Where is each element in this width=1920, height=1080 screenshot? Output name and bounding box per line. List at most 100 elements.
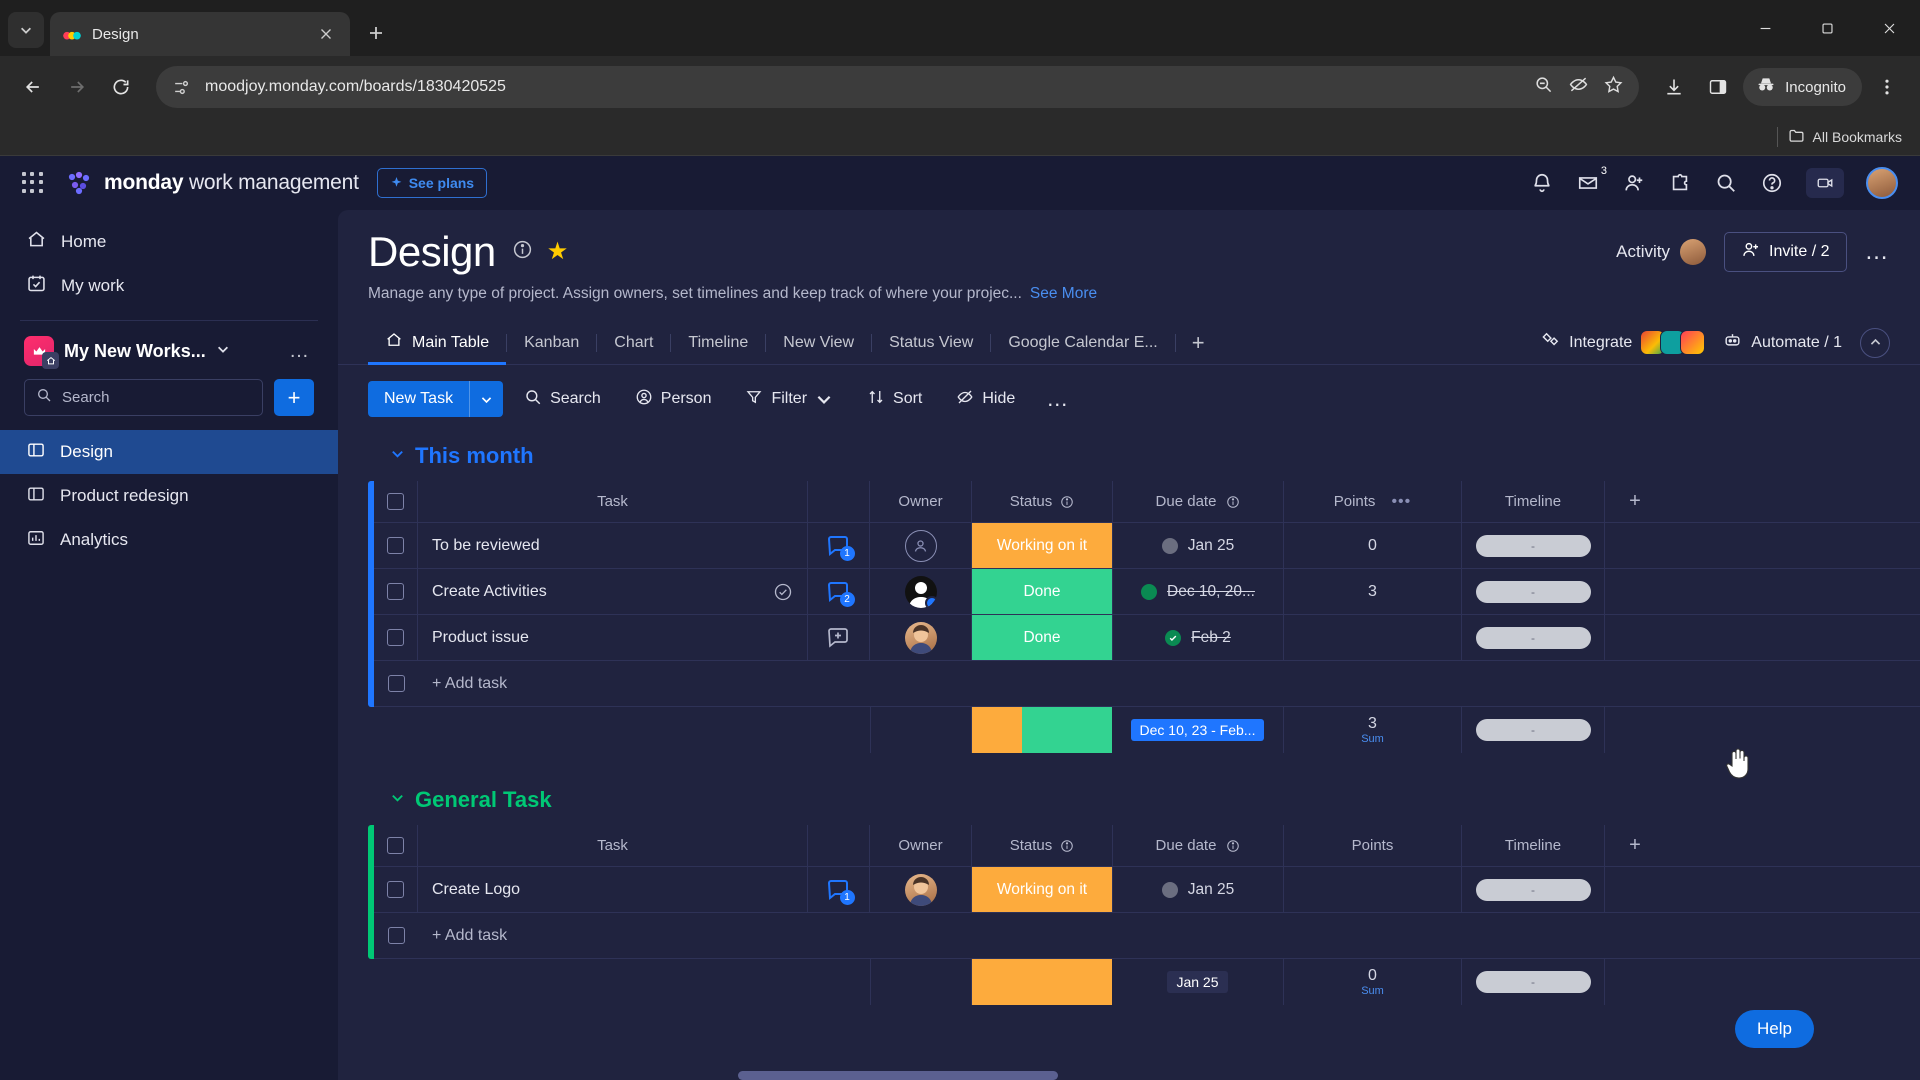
table-row[interactable]: To be reviewed 1 Working on it Jan 25 0 … <box>374 523 1920 569</box>
column-header-timeline[interactable]: Timeline <box>1462 825 1605 866</box>
column-header-status[interactable]: Status <box>972 825 1112 866</box>
incognito-indicator[interactable]: Incognito <box>1743 68 1862 106</box>
cell-due-date[interactable]: Jan 25 <box>1112 867 1284 912</box>
workspace-selector[interactable]: My New Works... … <box>0 331 338 371</box>
info-icon[interactable] <box>1060 839 1074 853</box>
tab-chart[interactable]: Chart <box>597 321 670 364</box>
row-checkbox[interactable] <box>374 867 418 912</box>
tab-kanban[interactable]: Kanban <box>507 321 596 364</box>
conversation-icon[interactable]: 2 <box>826 580 855 607</box>
summary-points[interactable]: 0 Sum <box>1284 959 1462 1005</box>
chevron-up-icon[interactable] <box>1860 327 1890 358</box>
cell-owner[interactable] <box>870 523 972 568</box>
sort-button[interactable]: Sort <box>854 381 935 417</box>
add-task-row[interactable]: + Add task <box>374 661 1920 707</box>
column-header-owner[interactable]: Owner <box>870 481 972 522</box>
cell-status[interactable]: Done <box>972 615 1112 660</box>
summary-timeline[interactable]: - <box>1462 959 1605 1005</box>
cell-due-date[interactable]: Jan 25 <box>1112 523 1284 568</box>
browser-tab[interactable]: Design <box>50 12 350 56</box>
column-header-points[interactable]: Points <box>1284 825 1462 866</box>
all-bookmarks-button[interactable]: All Bookmarks <box>1788 127 1902 147</box>
eye-off-icon[interactable] <box>1569 75 1588 99</box>
summary-status-bar[interactable] <box>972 959 1112 1005</box>
search-icon[interactable] <box>1714 171 1738 195</box>
see-plans-button[interactable]: See plans <box>376 168 488 198</box>
chevron-down-icon[interactable] <box>469 381 503 417</box>
cell-status[interactable]: Working on it <box>972 867 1112 912</box>
page-settings-icon[interactable] <box>172 78 191 97</box>
favorite-star-icon[interactable]: ★ <box>547 240 569 264</box>
more-actions-button[interactable]: … <box>1036 386 1080 412</box>
minimize-icon[interactable] <box>1734 0 1796 56</box>
add-column-button[interactable]: + <box>1605 825 1665 866</box>
sidebar-board-design[interactable]: Design <box>0 430 338 474</box>
column-header-due-date[interactable]: Due date <box>1112 481 1284 522</box>
cell-points[interactable] <box>1284 615 1462 660</box>
puzzle-icon[interactable] <box>1668 171 1692 195</box>
column-header-task[interactable]: Task <box>418 481 808 522</box>
sidebar-item-home[interactable]: Home <box>0 220 338 264</box>
cell-points[interactable]: 0 <box>1284 523 1462 568</box>
forward-arrow-icon[interactable] <box>58 68 96 106</box>
help-button[interactable]: Help <box>1735 1010 1814 1048</box>
bookmark-star-icon[interactable] <box>1604 75 1623 99</box>
summary-due-date[interactable]: Jan 25 <box>1112 959 1284 1005</box>
tab-search-icon[interactable] <box>8 12 44 48</box>
group-header[interactable]: General Task <box>368 787 1920 813</box>
close-icon[interactable] <box>314 22 338 46</box>
table-row[interactable]: Product issue Done Feb 2 - <box>374 615 1920 661</box>
info-icon[interactable] <box>1226 839 1240 853</box>
cell-due-date[interactable]: Feb 2 <box>1112 615 1284 660</box>
inbox-icon[interactable]: 3 <box>1576 165 1608 195</box>
sidebar-board-product-redesign[interactable]: Product redesign <box>0 474 338 518</box>
chevron-down-icon[interactable] <box>390 446 405 466</box>
automate-button[interactable]: Automate / 1 <box>1723 331 1842 355</box>
done-check-icon[interactable] <box>773 582 793 602</box>
activity-button[interactable]: Activity <box>1616 239 1707 265</box>
conversation-icon[interactable]: 1 <box>826 878 855 905</box>
cell-timeline[interactable]: - <box>1462 569 1605 614</box>
column-header-status[interactable]: Status <box>972 481 1112 522</box>
horizontal-scrollbar[interactable] <box>738 1071 1058 1080</box>
summary-timeline[interactable]: - <box>1462 707 1605 753</box>
empty-avatar-icon[interactable] <box>904 529 937 562</box>
info-icon[interactable] <box>512 239 533 265</box>
user-avatar[interactable] <box>1866 167 1898 199</box>
hide-button[interactable]: Hide <box>943 381 1028 417</box>
cell-status[interactable]: Working on it <box>972 523 1112 568</box>
summary-due-date[interactable]: Dec 10, 23 - Feb... <box>1112 707 1284 753</box>
cell-conversations[interactable]: 2 <box>808 569 870 614</box>
cell-points[interactable] <box>1284 867 1462 912</box>
tab-google-calendar[interactable]: Google Calendar E... <box>991 321 1174 364</box>
search-input[interactable] <box>24 379 263 416</box>
group-header[interactable]: This month <box>368 443 1920 469</box>
camera-icon[interactable] <box>1806 168 1844 198</box>
avatar[interactable] <box>904 621 937 654</box>
help-icon[interactable] <box>1760 171 1784 195</box>
back-arrow-icon[interactable] <box>14 68 52 106</box>
cell-status[interactable]: Done <box>972 569 1112 614</box>
bell-icon[interactable] <box>1530 171 1554 195</box>
avatar[interactable] <box>904 575 937 608</box>
add-board-button[interactable]: + <box>274 379 314 416</box>
chevron-down-icon[interactable] <box>390 790 405 810</box>
sidebar-item-my-work[interactable]: My work <box>0 264 338 308</box>
workspace-more-button[interactable]: … <box>289 340 314 363</box>
select-all-checkbox[interactable] <box>374 481 418 522</box>
cell-task[interactable]: Create Logo <box>418 867 808 912</box>
add-column-button[interactable]: + <box>1605 481 1665 522</box>
side-panel-icon[interactable] <box>1699 68 1737 106</box>
cell-owner[interactable] <box>870 569 972 614</box>
cell-conversations[interactable] <box>808 615 870 660</box>
tab-new-view[interactable]: New View <box>766 321 871 364</box>
column-menu-icon[interactable]: ••• <box>1391 493 1411 511</box>
filter-button[interactable]: Filter <box>732 381 846 417</box>
cell-points[interactable]: 3 <box>1284 569 1462 614</box>
cell-due-date[interactable]: Dec 10, 20... <box>1112 569 1284 614</box>
download-icon[interactable] <box>1655 68 1693 106</box>
select-all-checkbox[interactable] <box>374 825 418 866</box>
info-icon[interactable] <box>1226 495 1240 509</box>
see-more-link[interactable]: See More <box>1030 285 1097 303</box>
cell-timeline[interactable]: - <box>1462 615 1605 660</box>
